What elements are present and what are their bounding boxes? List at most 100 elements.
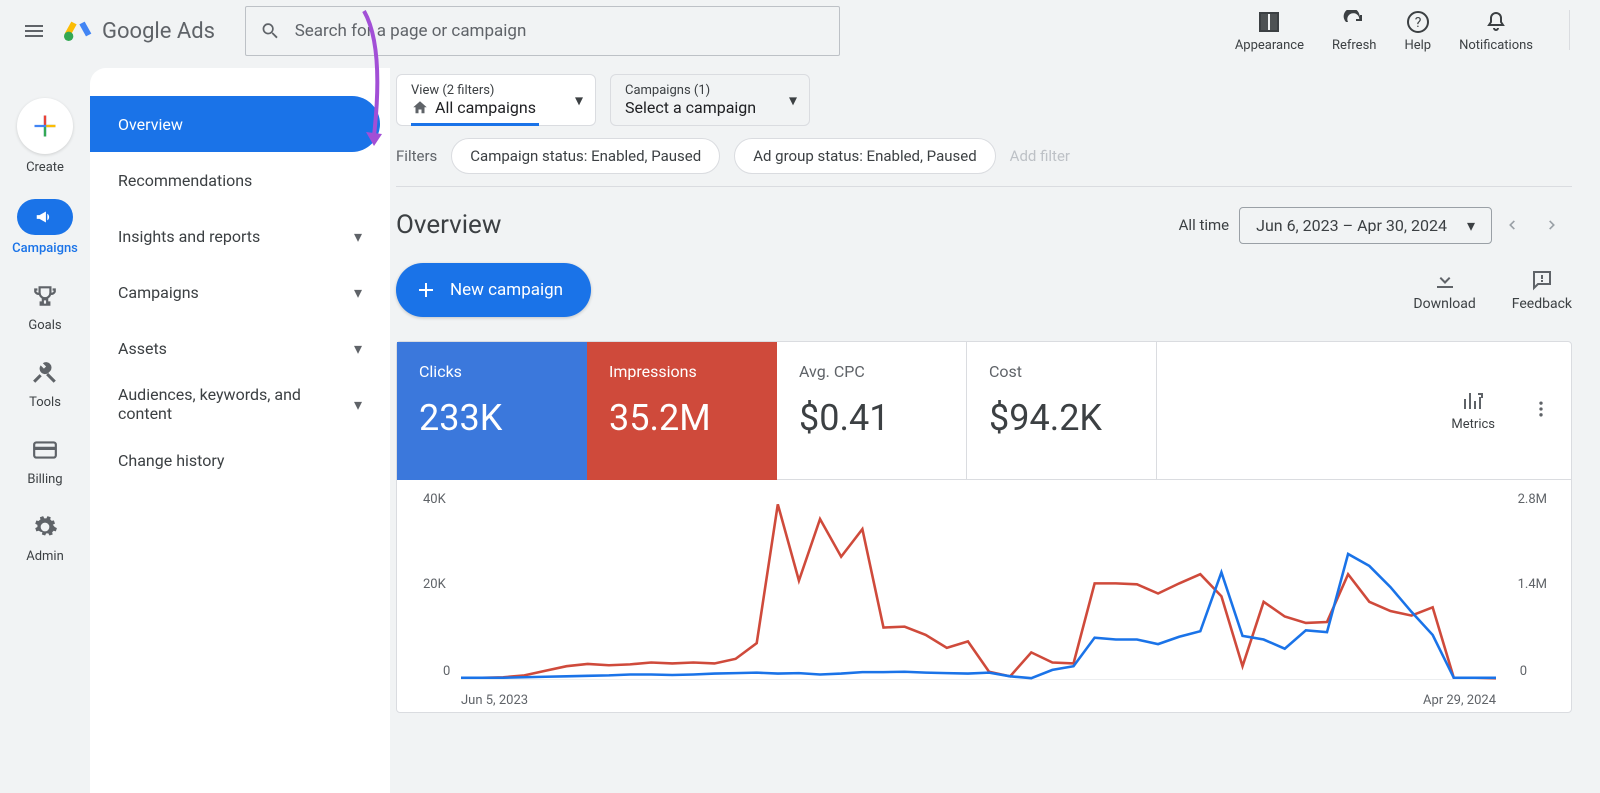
metric-tile-cost[interactable]: Cost $94.2K [967, 342, 1157, 480]
date-prev-button[interactable] [1492, 205, 1532, 245]
sidebar-label: Campaigns [118, 283, 199, 302]
tools-nav[interactable]: Tools [29, 357, 61, 410]
campaigns-label: Campaigns [12, 241, 78, 256]
sidebar-item-campaigns[interactable]: Campaigns ▾ [90, 264, 390, 320]
action-row: New campaign Download Feedback [396, 263, 1572, 317]
notifications-label: Notifications [1459, 38, 1533, 53]
brand-text: Google Ads [102, 19, 215, 44]
sidebar-label: Audiences, keywords, and content [118, 385, 338, 423]
refresh-icon [1342, 10, 1366, 34]
campaigns-nav[interactable]: Campaigns [12, 199, 78, 256]
sidebar-item-change-history[interactable]: Change history [90, 432, 390, 488]
create-button[interactable]: Create [17, 98, 73, 175]
chevron-down-icon: ▾ [354, 339, 362, 358]
view-selector[interactable]: View (2 filters) All campaigns ▾ [396, 74, 596, 126]
new-campaign-label: New campaign [450, 280, 563, 300]
goals-nav[interactable]: Goals [28, 280, 61, 333]
notifications-button[interactable]: Notifications [1459, 10, 1533, 53]
metric-tile-impressions[interactable]: Impressions 35.2M [587, 342, 777, 480]
app-header: Google Ads Appearance Refresh ? Help Not… [0, 0, 1600, 62]
add-filter-button[interactable]: Add filter [1010, 147, 1070, 165]
search-box[interactable] [245, 6, 840, 56]
metric-value: $94.2K [989, 397, 1134, 439]
date-range-picker[interactable]: Jun 6, 2023 – Apr 30, 2024 ▾ [1239, 207, 1492, 244]
home-icon [411, 99, 429, 117]
hamburger-menu[interactable] [10, 7, 58, 55]
credit-card-icon [32, 437, 58, 463]
sidebar-label: Recommendations [118, 171, 252, 190]
header-actions: Appearance Refresh ? Help Notifications [1235, 10, 1590, 53]
metric-tiles: Clicks 233K Impressions 35.2M Avg. CPC $… [397, 342, 1571, 480]
title-row: Overview All time Jun 6, 2023 – Apr 30, … [396, 205, 1572, 245]
megaphone-icon [34, 206, 56, 228]
filters-row: Filters Campaign status: Enabled, Paused… [396, 138, 1572, 187]
campaign-selector[interactable]: Campaigns (1) Select a campaign ▾ [610, 74, 810, 126]
chevron-down-icon: ▾ [354, 283, 362, 302]
sidebar-item-insights[interactable]: Insights and reports ▾ [90, 208, 390, 264]
chevron-down-icon: ▾ [354, 395, 362, 414]
filters-label: Filters [396, 147, 437, 165]
page-title: Overview [396, 210, 501, 240]
help-label: Help [1404, 38, 1431, 53]
bell-icon [1484, 10, 1508, 34]
download-label: Download [1413, 296, 1475, 312]
x-end: Apr 29, 2024 [1423, 693, 1496, 708]
caret-down-icon: ▾ [575, 91, 583, 110]
filter-chip-adgroup-status[interactable]: Ad group status: Enabled, Paused [734, 138, 995, 174]
chart-area: 40K 20K 0 2.8M 1.4M 0 Jun 5, 2023 Apr 29… [417, 492, 1551, 702]
create-label: Create [26, 160, 64, 175]
date-range-value: Jun 6, 2023 – Apr 30, 2024 [1256, 216, 1447, 235]
plus-icon [414, 278, 438, 302]
chevron-right-icon [1545, 218, 1559, 232]
sidebar-item-overview[interactable]: Overview [90, 96, 380, 152]
metric-value: 233K [419, 397, 565, 439]
card-menu-button[interactable] [1525, 393, 1557, 429]
billing-label: Billing [27, 472, 62, 487]
admin-label: Admin [26, 549, 64, 564]
metric-tile-clicks[interactable]: Clicks 233K [397, 342, 587, 480]
new-campaign-button[interactable]: New campaign [396, 263, 591, 317]
admin-nav[interactable]: Admin [26, 511, 64, 564]
view-caption: View (2 filters) [411, 83, 551, 98]
refresh-button[interactable]: Refresh [1332, 10, 1376, 53]
appearance-button[interactable]: Appearance [1235, 10, 1304, 53]
tools-icon [32, 360, 58, 386]
chart-card: Clicks 233K Impressions 35.2M Avg. CPC $… [396, 341, 1572, 713]
feedback-button[interactable]: Feedback [1512, 268, 1572, 312]
goals-label: Goals [28, 318, 61, 333]
sidebar: Overview Recommendations Insights and re… [90, 68, 390, 793]
y-right-max: 2.8M [1518, 492, 1547, 507]
gear-icon [32, 514, 58, 540]
help-button[interactable]: ? Help [1404, 10, 1431, 53]
sidebar-item-audiences[interactable]: Audiences, keywords, and content ▾ [90, 376, 390, 432]
y-left-min: 0 [443, 664, 450, 679]
download-button[interactable]: Download [1413, 268, 1475, 312]
sidebar-label: Change history [118, 451, 225, 470]
feedback-label: Feedback [1512, 296, 1572, 312]
metric-tile-avg-cpc[interactable]: Avg. CPC $0.41 [777, 342, 967, 480]
date-next-button[interactable] [1532, 205, 1572, 245]
help-icon: ? [1406, 10, 1430, 34]
metrics-label: Metrics [1451, 417, 1495, 432]
search-input[interactable] [295, 21, 825, 41]
metrics-button[interactable]: Metrics [1451, 389, 1495, 432]
search-icon [260, 20, 281, 42]
sidebar-item-recommendations[interactable]: Recommendations [90, 152, 390, 208]
chevron-down-icon: ▾ [354, 227, 362, 246]
filter-chip-campaign-status[interactable]: Campaign status: Enabled, Paused [451, 138, 720, 174]
metric-value: 35.2M [609, 397, 755, 439]
kebab-icon [1531, 399, 1551, 419]
menu-icon [22, 19, 46, 43]
billing-nav[interactable]: Billing [27, 434, 62, 487]
brand-logo[interactable]: Google Ads [62, 15, 215, 47]
y-left-max: 40K [423, 492, 446, 507]
sidebar-item-assets[interactable]: Assets▾ [90, 320, 390, 376]
refresh-label: Refresh [1332, 38, 1376, 53]
metrics-icon [1461, 389, 1485, 413]
view-value: All campaigns [411, 98, 551, 117]
sidebar-label: Insights and reports [118, 227, 260, 246]
tools-label: Tools [29, 395, 61, 410]
chevron-left-icon [1505, 218, 1519, 232]
metric-name: Clicks [419, 362, 565, 381]
top-selectors: View (2 filters) All campaigns ▾ Campaig… [396, 74, 1572, 126]
